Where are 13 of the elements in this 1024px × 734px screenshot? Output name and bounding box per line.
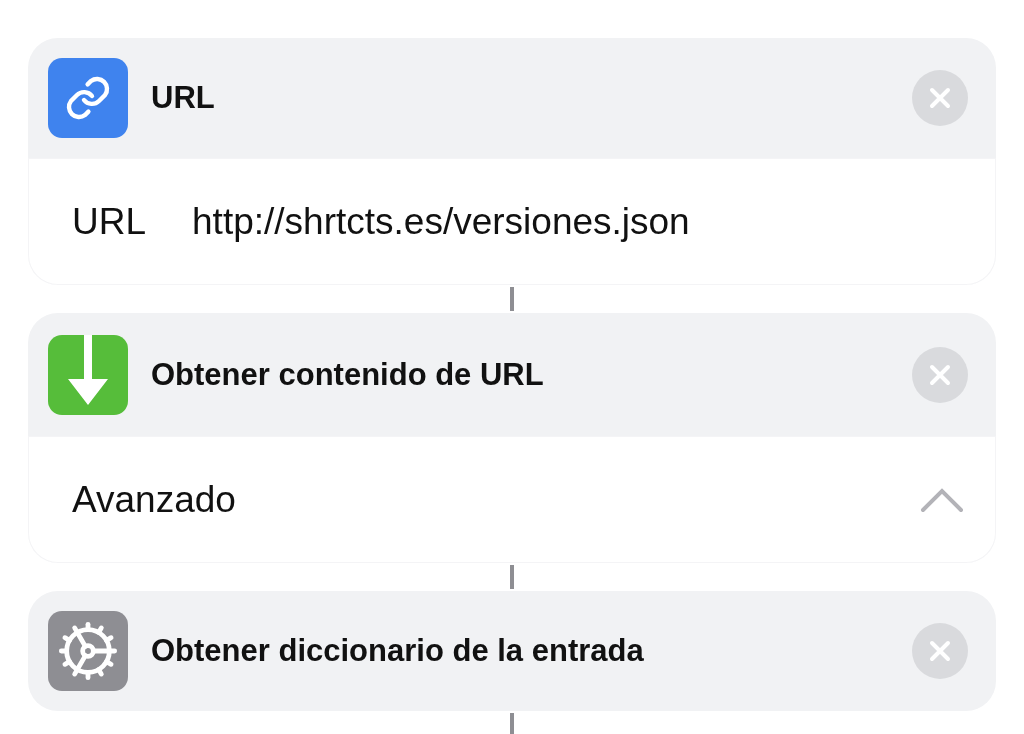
close-icon: [929, 87, 951, 109]
close-button[interactable]: [912, 623, 968, 679]
close-icon: [929, 363, 951, 386]
action-title: URL: [151, 80, 216, 116]
url-value[interactable]: http://shrtcts.es/versiones.json: [192, 200, 690, 243]
parameter-label: URL: [72, 200, 147, 243]
action-title: Obtener contenido de URL: [151, 356, 545, 393]
action-title: Obtener diccionario de la entrada: [151, 633, 645, 669]
link-icon: [64, 74, 112, 122]
close-button[interactable]: [912, 70, 968, 126]
gear-icon: [56, 619, 120, 683]
close-icon: [929, 640, 951, 662]
advanced-label: Avanzado: [72, 478, 236, 521]
